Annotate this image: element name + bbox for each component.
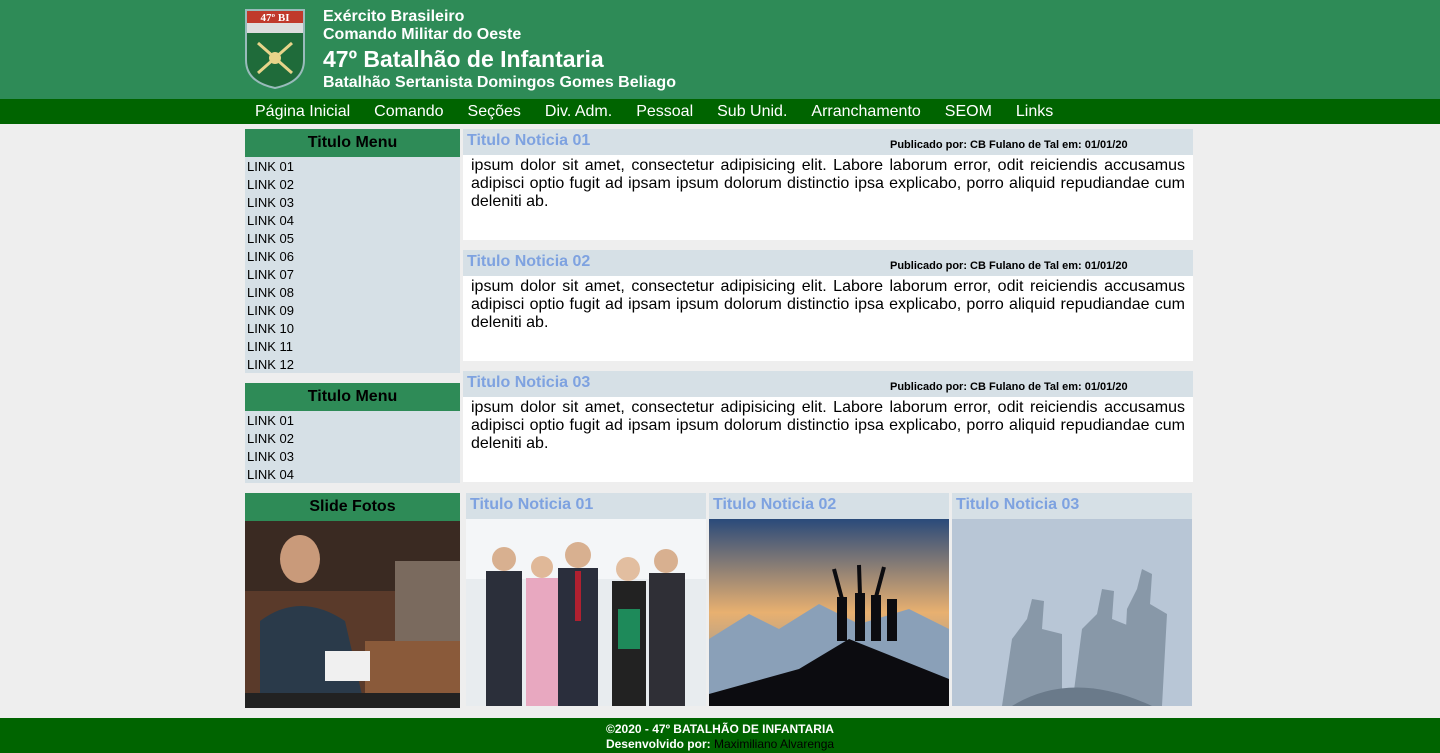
nav-item-sub-unid[interactable]: Sub Unid.	[705, 99, 799, 124]
sidebar-link[interactable]: LINK 03	[247, 194, 460, 212]
sidebar-link[interactable]: LINK 04	[247, 466, 460, 484]
sidebar-link[interactable]: LINK 04	[247, 212, 460, 230]
nav-item-pagina-inicial[interactable]: Página Inicial	[243, 99, 362, 124]
sidebar-menu-1: Titulo Menu LINK 01 LINK 02 LINK 03 LINK…	[245, 129, 460, 373]
gallery-title-link[interactable]: Titulo Noticia 02	[709, 493, 949, 519]
sidebar-link[interactable]: LINK 05	[247, 230, 460, 248]
page-subtitle: Batalhão Sertanista Domingos Gomes Belia…	[323, 74, 676, 91]
news-article-1: Titulo Noticia 01 Publicado por: CB Fula…	[463, 129, 1193, 240]
gallery-photo-mountain-summit[interactable]	[709, 519, 949, 706]
svg-text:47º BI: 47º BI	[261, 12, 290, 24]
gallery-title-link[interactable]: Titulo Noticia 03	[952, 493, 1192, 519]
nav-item-arranchamento[interactable]: Arranchamento	[799, 99, 932, 124]
gallery-photo-thumbs-up[interactable]	[952, 519, 1192, 706]
sidebar-link[interactable]: LINK 12	[247, 356, 460, 374]
news-title-link[interactable]: Titulo Noticia 01	[467, 132, 590, 150]
army-name: Exército Brasileiro	[323, 8, 465, 25]
sidebar-link-list: LINK 01 LINK 02 LINK 03 LINK 04	[245, 411, 460, 484]
header-text: Exército Brasileiro Comando Militar do O…	[323, 8, 676, 93]
sidebar-link[interactable]: LINK 01	[247, 412, 460, 430]
news-header: Titulo Noticia 02 Publicado por: CB Fula…	[463, 250, 1193, 276]
sidebar-link[interactable]: LINK 11	[247, 338, 460, 356]
news-byline: Publicado por: CB Fulano de Tal em: 01/0…	[890, 139, 1128, 151]
footer-copyright: ©2020 - 47º BATALHÃO DE INFANTARIA	[606, 722, 834, 736]
main-nav: Página Inicial Comando Seções Div. Adm. …	[0, 99, 1440, 124]
sidebar-link-list: LINK 01 LINK 02 LINK 03 LINK 04 LINK 05 …	[245, 157, 460, 374]
photo-slider: Slide Fotos	[245, 493, 460, 708]
news-byline: Publicado por: CB Fulano de Tal em: 01/0…	[890, 381, 1128, 393]
news-title-link[interactable]: Titulo Noticia 02	[467, 253, 590, 271]
footer-dev-label: Desenvolvido por:	[605, 737, 711, 751]
sidebar-link[interactable]: LINK 06	[247, 248, 460, 266]
nav-item-div-adm[interactable]: Div. Adm.	[533, 99, 624, 124]
sidebar-link[interactable]: LINK 09	[247, 302, 460, 320]
sidebar-link[interactable]: LINK 01	[247, 158, 460, 176]
sidebar-menu-title: Titulo Menu	[245, 383, 460, 411]
site-header: 47º BI Exército Brasileiro Comando Milit…	[0, 0, 1440, 99]
gallery-photo-business-team[interactable]	[466, 519, 706, 706]
gallery-card-2: Titulo Noticia 02	[709, 493, 949, 706]
sidebar-menu-title: Titulo Menu	[245, 129, 460, 157]
nav-item-seom[interactable]: SEOM	[933, 99, 1004, 124]
sidebar-link[interactable]: LINK 08	[247, 284, 460, 302]
sidebar-link[interactable]: LINK 02	[247, 176, 460, 194]
sidebar-menu-2: Titulo Menu LINK 01 LINK 02 LINK 03 LINK…	[245, 383, 460, 483]
news-article-2: Titulo Noticia 02 Publicado por: CB Fula…	[463, 250, 1193, 361]
command-name: Comando Militar do Oeste	[323, 26, 522, 43]
sidebar-link[interactable]: LINK 07	[247, 266, 460, 284]
footer-dev-name-link[interactable]: Maximiliano Alvarenga	[714, 737, 834, 751]
sidebar-link[interactable]: LINK 02	[247, 430, 460, 448]
site-footer: ©2020 - 47º BATALHÃO DE INFANTARIA Desen…	[0, 718, 1440, 753]
news-title-link[interactable]: Titulo Noticia 03	[467, 374, 590, 392]
news-header: Titulo Noticia 01 Publicado por: CB Fula…	[463, 129, 1193, 155]
nav-item-secoes[interactable]: Seções	[456, 99, 533, 124]
sidebar-link[interactable]: LINK 10	[247, 320, 460, 338]
news-body: ipsum dolor sit amet, consectetur adipis…	[471, 278, 1185, 331]
gallery-card-3: Titulo Noticia 03	[952, 493, 1192, 706]
news-byline: Publicado por: CB Fulano de Tal em: 01/0…	[890, 260, 1128, 272]
slider-title: Slide Fotos	[245, 493, 460, 521]
slide-photo[interactable]	[245, 521, 460, 708]
news-body: ipsum dolor sit amet, consectetur adipis…	[471, 399, 1185, 452]
news-header: Titulo Noticia 03 Publicado por: CB Fula…	[463, 371, 1193, 397]
nav-item-pessoal[interactable]: Pessoal	[624, 99, 705, 124]
nav-item-comando[interactable]: Comando	[362, 99, 455, 124]
news-body: ipsum dolor sit amet, consectetur adipis…	[471, 157, 1185, 210]
footer-credits: Desenvolvido por: Maximiliano Alvarenga	[0, 737, 1440, 752]
nav-list: Página Inicial Comando Seções Div. Adm. …	[243, 99, 1065, 124]
battalion-emblem: 47º BI	[245, 9, 305, 90]
gallery-card-1: Titulo Noticia 01	[466, 493, 706, 706]
sidebar-link[interactable]: LINK 03	[247, 448, 460, 466]
nav-item-links[interactable]: Links	[1004, 99, 1065, 124]
gallery-title-link[interactable]: Titulo Noticia 01	[466, 493, 706, 519]
page-title: 47º Batalhão de Infantaria	[323, 46, 604, 72]
news-article-3: Titulo Noticia 03 Publicado por: CB Fula…	[463, 371, 1193, 482]
